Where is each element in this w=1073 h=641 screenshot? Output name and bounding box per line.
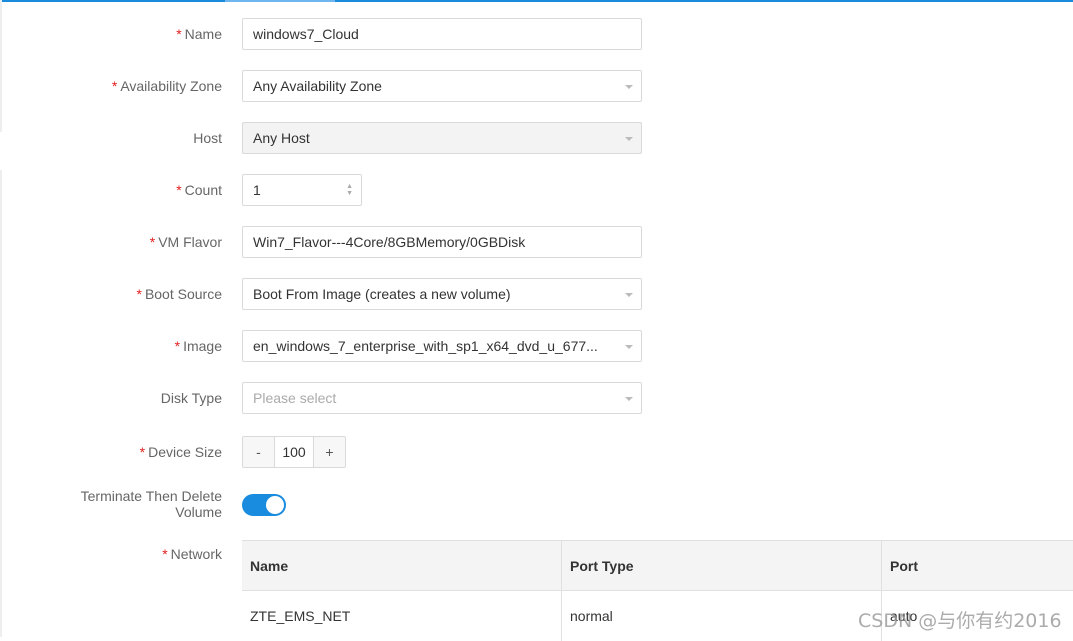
network-label: *Network [162, 546, 222, 562]
chevron-down-icon [625, 137, 633, 141]
device-size-row: *Device Size - 100 + [0, 436, 1073, 468]
count-label: Count [185, 182, 222, 198]
image-select[interactable]: en_windows_7_enterprise_with_sp1_x64_dvd… [242, 330, 642, 362]
device-size-input[interactable]: 100 [274, 437, 314, 467]
name-input[interactable]: windows7_Cloud [242, 18, 642, 50]
image-row: *Image en_windows_7_enterprise_with_sp1_… [0, 330, 1073, 362]
boot-source-row: *Boot Source Boot From Image (creates a … [0, 278, 1073, 310]
boot-source-select[interactable]: Boot From Image (creates a new volume) [242, 278, 642, 310]
disk-type-row: Disk Type Please select [0, 382, 1073, 414]
disk-type-select[interactable]: Please select [242, 382, 642, 414]
terminate-delete-toggle[interactable] [242, 494, 286, 516]
vm-flavor-row: *VM Flavor Win7_Flavor---4Core/8GBMemory… [0, 226, 1073, 258]
column-header-port[interactable]: Port [882, 541, 1073, 590]
spinner-arrows-icon[interactable]: ▲▼ [346, 183, 353, 197]
cell-name: ZTE_EMS_NET [242, 591, 562, 641]
name-label: Name [185, 26, 222, 42]
increment-button[interactable]: + [314, 437, 345, 467]
vm-flavor-input[interactable]: Win7_Flavor---4Core/8GBMemory/0GBDisk [242, 226, 642, 258]
cell-port-type: normal [562, 591, 882, 641]
host-label: Host [193, 122, 222, 154]
chevron-down-icon [625, 397, 633, 401]
column-header-port-type[interactable]: Port Type [562, 541, 882, 590]
chevron-down-icon [625, 345, 633, 349]
watermark: CSDN @与你有约2016 [858, 606, 1062, 633]
host-select[interactable]: Any Host [242, 122, 642, 154]
chevron-down-icon [625, 293, 633, 297]
count-input[interactable]: 1▲▼ [242, 174, 362, 206]
name-row: *Name windows7_Cloud [0, 18, 1073, 50]
terminate-delete-label: Terminate Then Delete Volume [81, 488, 222, 520]
availability-zone-select[interactable]: Any Availability Zone [242, 70, 642, 102]
decrement-button[interactable]: - [243, 437, 274, 467]
count-row: *Count 1▲▼ [0, 174, 1073, 206]
disk-type-label: Disk Type [161, 382, 222, 414]
availability-zone-row: *Availability Zone Any Availability Zone [0, 70, 1073, 102]
chevron-down-icon [625, 85, 633, 89]
vm-flavor-label: VM Flavor [158, 234, 222, 250]
boot-source-label: Boot Source [145, 286, 222, 302]
availability-zone-label: Availability Zone [120, 78, 222, 94]
top-progress-bar [0, 0, 1073, 2]
device-size-label: Device Size [148, 444, 222, 460]
host-row: Host Any Host [0, 122, 1073, 154]
column-header-name[interactable]: Name [242, 541, 562, 590]
image-label: Image [183, 338, 222, 354]
table-header: Name Port Type Port [242, 541, 1073, 591]
device-size-stepper: - 100 + [242, 436, 346, 468]
